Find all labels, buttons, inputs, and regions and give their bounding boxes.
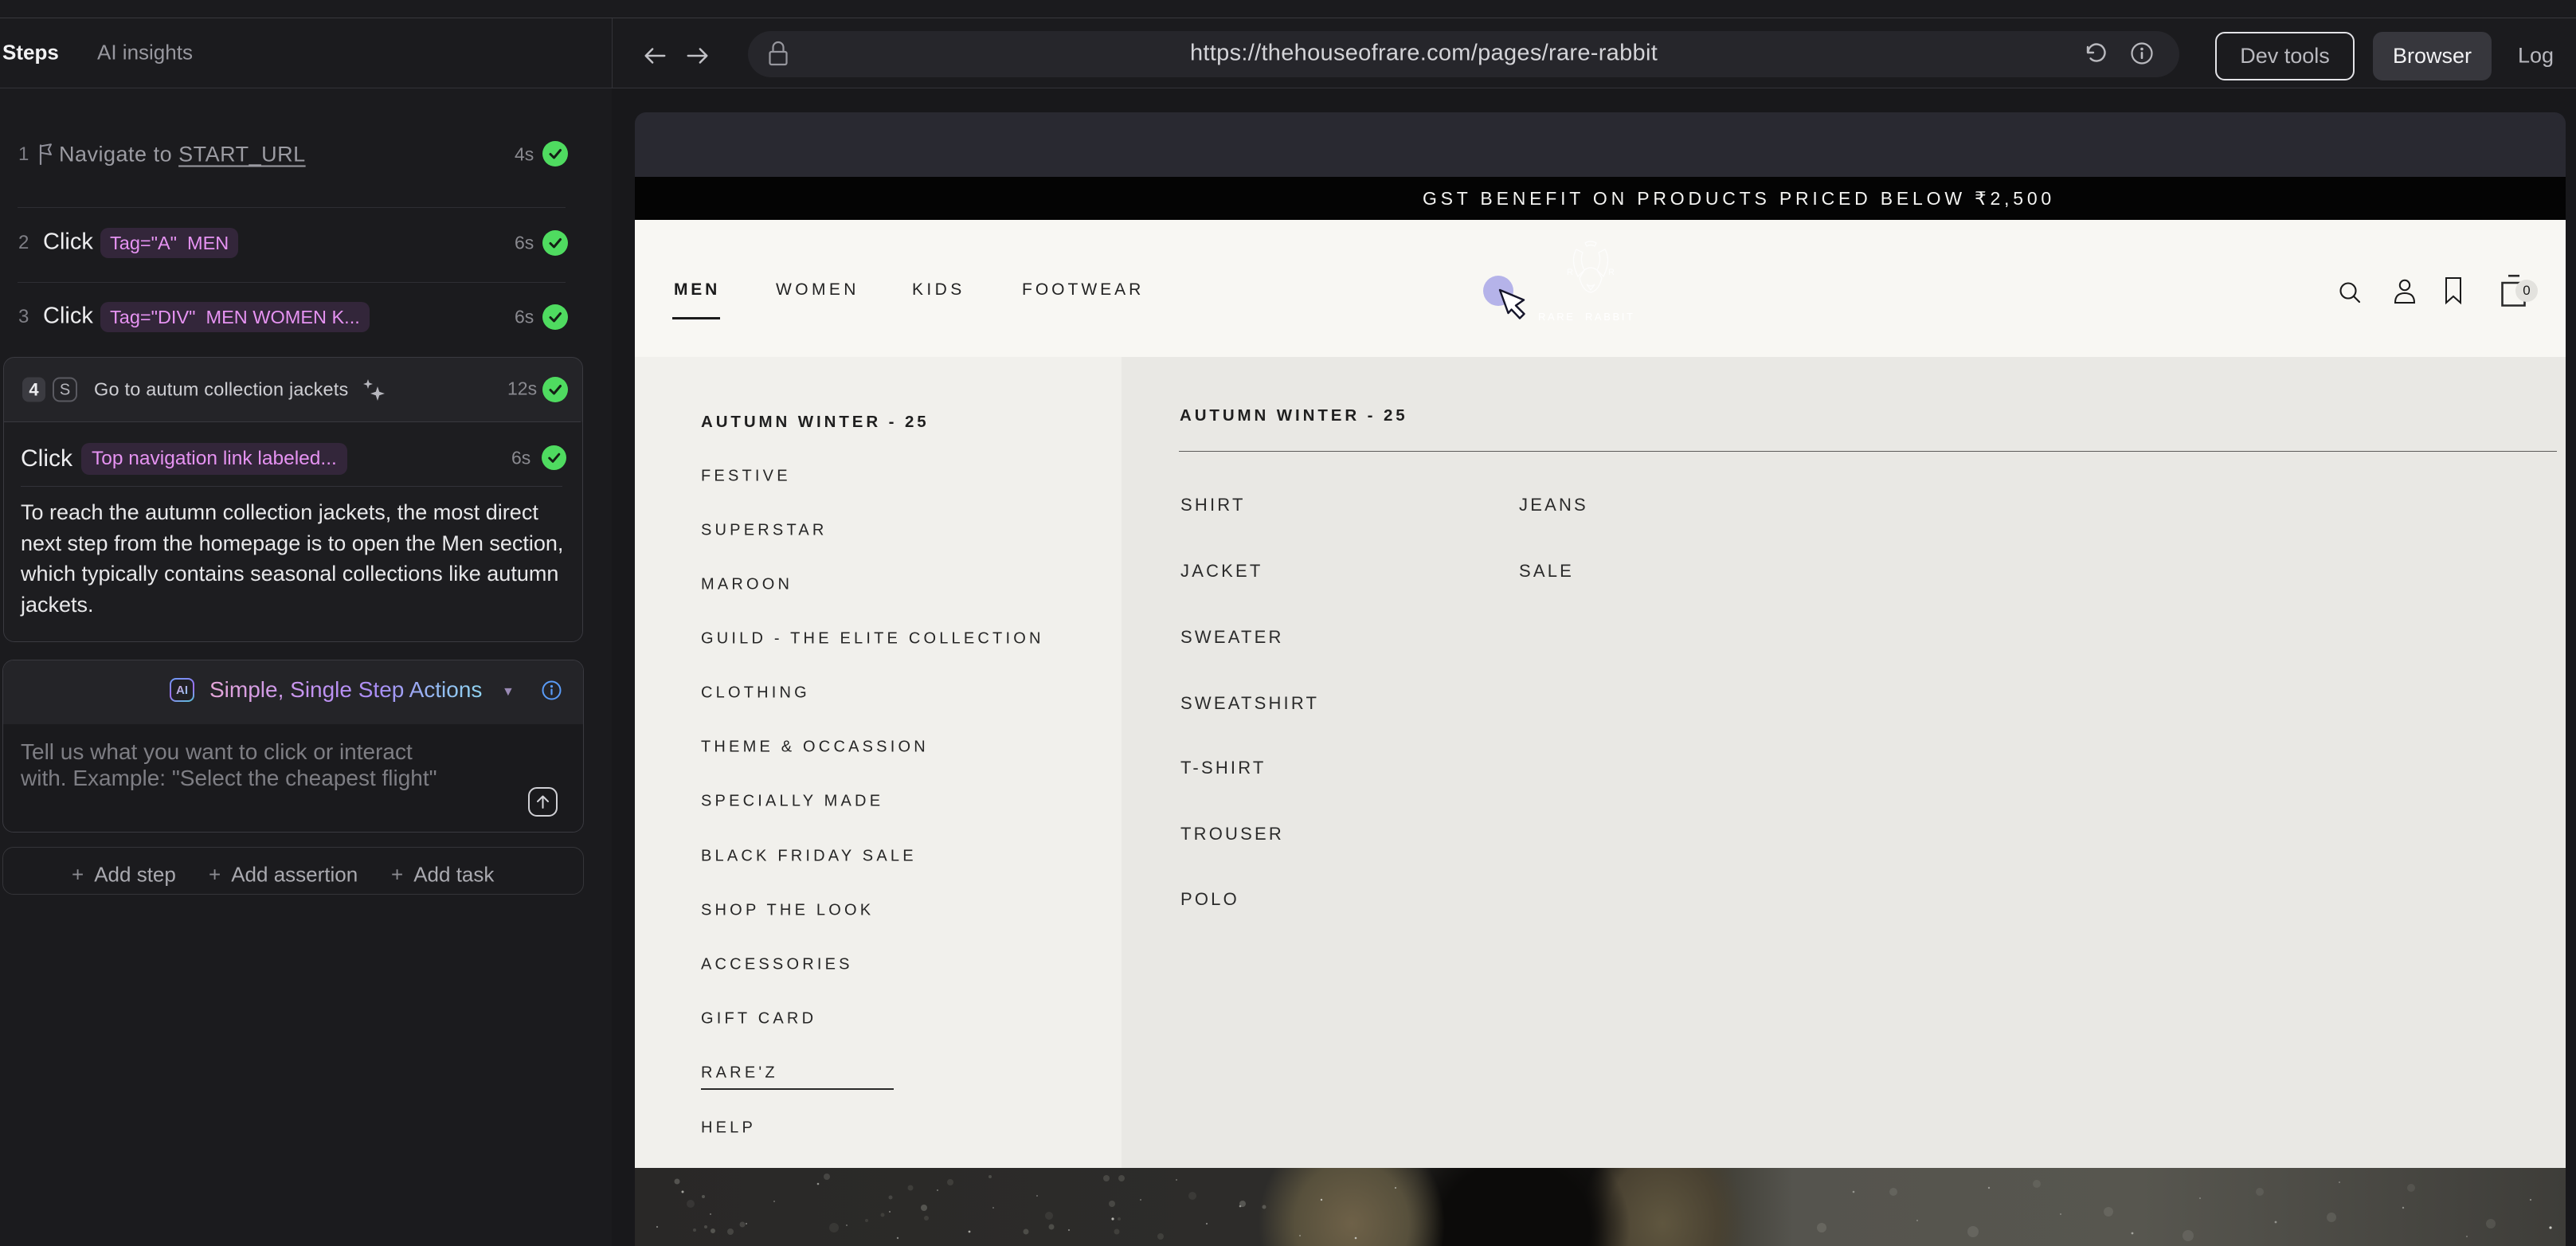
svg-text:R: R [1567,268,1573,277]
svg-text:R: R [1608,268,1615,277]
